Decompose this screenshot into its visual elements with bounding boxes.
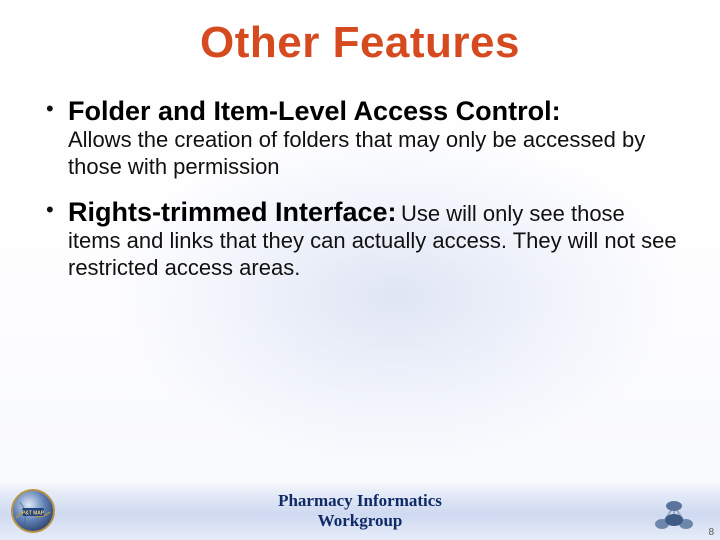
bullet-body-0: Allows the creation of folders that may … <box>68 127 680 181</box>
slide-title: Other Features <box>0 0 720 68</box>
footer-line-1: Pharmacy Informatics <box>0 491 720 511</box>
bullet-item-0: Folder and Item-Level Access Control: Al… <box>40 96 680 181</box>
bullet-item-1: Rights-trimmed Interface: Use will only … <box>40 197 680 282</box>
page-number: 8 <box>708 527 714 538</box>
nodes-logo-icon <box>654 500 694 534</box>
slide: Other Features Folder and Item-Level Acc… <box>0 0 720 540</box>
slide-content: Folder and Item-Level Access Control: Al… <box>40 96 680 281</box>
bullet-heading-0: Folder and Item-Level Access Control: <box>68 96 561 126</box>
footer-bar: P&T MAP Pharmacy Informatics Workgroup 8 <box>0 482 720 540</box>
bullet-list: Folder and Item-Level Access Control: Al… <box>40 96 680 281</box>
footer-text: Pharmacy Informatics Workgroup <box>0 491 720 530</box>
footer-line-2: Workgroup <box>0 511 720 531</box>
bullet-heading-1: Rights-trimmed Interface: <box>68 197 397 227</box>
